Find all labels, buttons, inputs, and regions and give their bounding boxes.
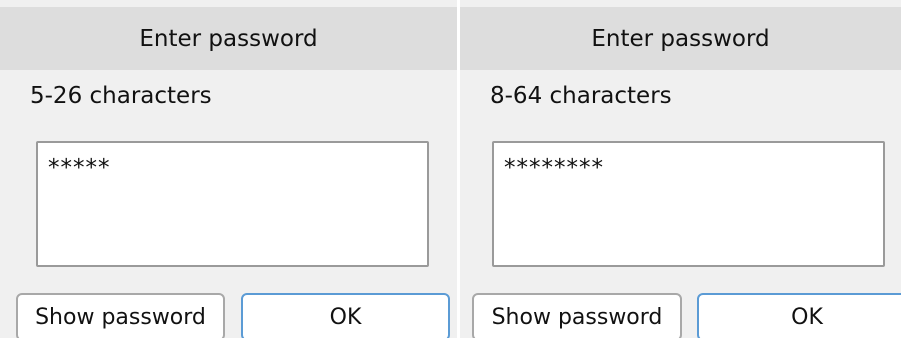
- password-screen-right: Enter password 8-64 characters ******** …: [460, 0, 901, 338]
- password-input[interactable]: ********: [492, 141, 885, 267]
- ok-button[interactable]: OK: [697, 293, 901, 338]
- character-range-hint: 8-64 characters: [490, 83, 672, 109]
- password-input[interactable]: *****: [36, 141, 429, 267]
- show-password-button[interactable]: Show password: [472, 293, 682, 338]
- screen-title: Enter password: [460, 7, 901, 70]
- password-screen-left: Enter password 5-26 characters ***** Sho…: [0, 0, 457, 338]
- show-password-button[interactable]: Show password: [16, 293, 225, 338]
- ok-button[interactable]: OK: [241, 293, 450, 338]
- screen-title: Enter password: [0, 7, 457, 70]
- character-range-hint: 5-26 characters: [30, 83, 212, 109]
